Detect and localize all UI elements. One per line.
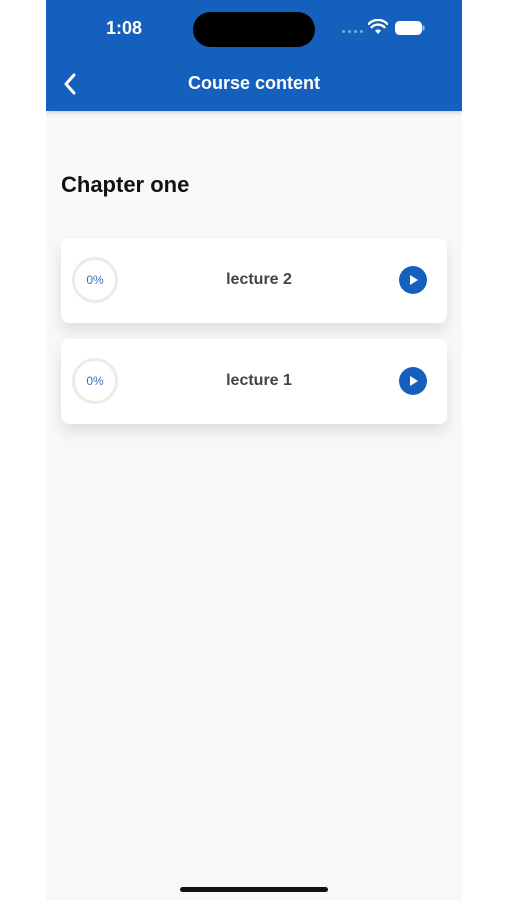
dynamic-island: [193, 12, 315, 47]
status-time: 1:08: [106, 18, 143, 38]
app-header: 1:08 Course content: [46, 0, 462, 111]
battery-icon: [395, 21, 425, 35]
play-button[interactable]: [399, 367, 427, 395]
lecture-title: lecture 1: [226, 372, 292, 389]
wifi-icon: [368, 19, 388, 34]
lecture-title: lecture 2: [226, 271, 292, 288]
home-indicator[interactable]: [180, 887, 328, 892]
play-button[interactable]: [399, 266, 427, 294]
play-icon: [410, 275, 418, 285]
cellular-signal-icon: [342, 30, 363, 33]
app-screen: 1:08 Course content Chapter one 0% lectu…: [46, 0, 462, 900]
lecture-card-2[interactable]: 0% lecture 2: [61, 238, 447, 323]
page-title: Course content: [187, 73, 320, 93]
chapter-title: Chapter one: [61, 172, 190, 197]
play-icon: [410, 376, 418, 386]
lecture-card-1[interactable]: 0% lecture 1: [61, 339, 447, 424]
